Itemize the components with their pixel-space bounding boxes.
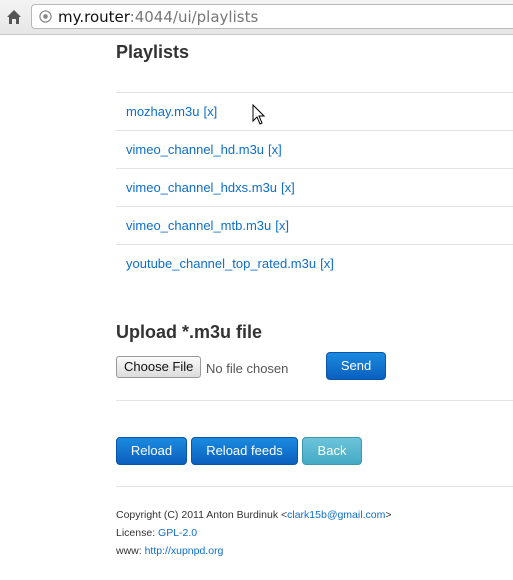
copyright-text: Copyright (C) 2011 Anton Burdinuk < [116,509,288,521]
remove-link[interactable]: [x] [268,142,282,157]
playlist-link[interactable]: vimeo_channel_mtb.m3u [126,218,271,233]
playlist-link[interactable]: youtube_channel_top_rated.m3u [126,256,316,271]
send-button[interactable]: Send [326,352,386,380]
remove-playlist-button: [x] [281,180,295,195]
back-button[interactable]: Back [302,437,362,465]
home-icon[interactable] [6,9,22,25]
remove-link[interactable]: [x] [203,104,217,119]
list-item: vimeo_channel_hdxs.m3u [x] [116,168,513,206]
address-bar[interactable]: my.router:4044/ui/playlists [31,4,513,29]
playlist-list: mozhay.m3u [x] vimeo_channel_hd.m3u [x] … [116,92,513,282]
footer: Copyright (C) 2011 Anton Burdinuk <clark… [116,506,391,560]
list-item: youtube_channel_top_rated.m3u [x] [116,244,513,282]
remove-playlist-button: [x] [320,256,334,271]
reload-feeds-button[interactable]: Reload feeds [191,437,298,465]
reload-button[interactable]: Reload [116,437,187,465]
copyright-end: > [385,509,392,521]
playlist-link[interactable]: vimeo_channel_hd.m3u [126,142,264,157]
list-item: mozhay.m3u [x] [116,92,513,130]
file-status-text: No file chosen [206,361,289,376]
mouse-cursor-icon [252,104,265,125]
license-link[interactable]: GPL-2.0 [158,527,197,539]
www-label: www: [116,545,145,557]
license-line: License: GPL-2.0 [116,524,391,542]
globe-icon [39,10,52,23]
remove-link[interactable]: [x] [281,180,295,195]
divider [116,486,513,487]
playlists-heading: Playlists [116,42,190,62]
upload-heading: Upload *.m3u file [116,322,263,342]
website-link[interactable]: http://xupnpd.org [145,545,224,557]
file-upload-row: Choose File No file chosen [116,354,513,380]
remove-playlist-button: [x] [203,104,217,119]
list-item: vimeo_channel_mtb.m3u [x] [116,206,513,244]
url-path: :4044/ui/playlists [129,8,259,26]
license-label: License: [116,527,159,539]
remove-playlist-button: [x] [268,142,282,157]
url-host: my.router [58,8,130,26]
remove-playlist-button: [x] [275,218,289,233]
choose-file-button[interactable]: Choose File [116,356,202,378]
email-link[interactable]: clark15b@gmail.com [287,509,385,521]
playlist-link[interactable]: mozhay.m3u [126,104,199,119]
remove-link[interactable]: [x] [275,218,289,233]
list-item: vimeo_channel_hd.m3u [x] [116,130,513,168]
copyright-line: Copyright (C) 2011 Anton Burdinuk <clark… [116,506,391,524]
address-text: my.router:4044/ui/playlists [58,8,258,26]
browser-toolbar: my.router:4044/ui/playlists [0,0,513,35]
playlist-link[interactable]: vimeo_channel_hdxs.m3u [126,180,277,195]
www-line: www: http://xupnpd.org [116,542,391,560]
divider [116,400,513,401]
remove-link[interactable]: [x] [320,256,334,271]
